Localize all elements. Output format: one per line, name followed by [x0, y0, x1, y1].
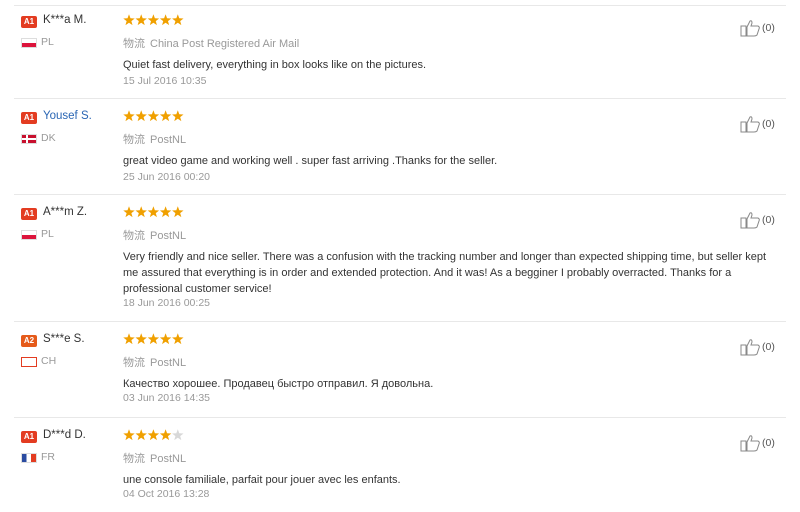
star-filled-icon: [135, 333, 147, 345]
review-item: A1 K***a M. PL 物流 China Post Registered A…: [0, 5, 800, 99]
star-filled-icon: [159, 14, 172, 26]
logistics-label: 物流: [123, 453, 145, 465]
review-text: une console familiale, parfait pour joue…: [123, 474, 401, 486]
star-rating: [123, 206, 184, 218]
thumbs-up-icon: [740, 20, 760, 37]
review-item: A1 Yousef S. DK 物流 PostNL great video gam…: [0, 101, 800, 195]
review-text: Quiet fast delivery, everything in box l…: [123, 59, 427, 71]
reviewer-name: D***d D.: [43, 429, 86, 441]
star-filled-icon: [147, 429, 160, 441]
star-filled-icon: [159, 429, 172, 441]
country-code: PL: [41, 228, 54, 240]
review-date: 04 Oct 2016 13:28: [123, 488, 210, 500]
star-empty-icon: [172, 429, 184, 441]
review-item: A1 A***m Z. PL 物流 PostNL Very friendly an…: [0, 197, 800, 322]
buyer-level-badge: A2: [21, 335, 37, 347]
thumbs-up-icon: [740, 339, 760, 356]
review-text: Качество хорошее. Продавец быстро отправ…: [123, 378, 434, 390]
shipping-carrier: China Post Registered Air Mail: [150, 38, 300, 50]
shipping-method: 物流 China Post Registered Air Mail: [123, 35, 299, 51]
reviewer-name: A***m Z.: [43, 206, 88, 218]
thumbs-up-icon: [740, 435, 760, 452]
shipping-carrier: PostNL: [150, 453, 187, 465]
star-rating: [123, 333, 184, 345]
poland-flag-icon: [21, 230, 37, 240]
reviewer-name-link[interactable]: Yousef S.: [43, 110, 92, 122]
star-filled-icon: [135, 14, 147, 26]
helpful-count: (0): [762, 341, 775, 353]
star-filled-icon: [135, 110, 147, 122]
shipping-carrier: PostNL: [150, 134, 187, 146]
star-filled-icon: [147, 110, 160, 122]
review-divider: [14, 194, 786, 195]
reviewer-name: K***a M.: [43, 14, 87, 26]
review-date: 25 Jun 2016 00:20: [123, 171, 210, 183]
star-filled-icon: [123, 110, 135, 122]
star-rating: [123, 429, 184, 441]
shipping-method: 物流 PostNL: [123, 450, 186, 466]
review-date: 18 Jun 2016 00:25: [123, 297, 210, 309]
shipping-method: 物流 PostNL: [123, 131, 186, 147]
review-item: A1 D***d D. FR 物流 PostNL une console fami…: [0, 420, 800, 512]
thumbs-up-icon: [740, 116, 760, 133]
logistics-label: 物流: [123, 38, 145, 50]
review-date: 03 Jun 2016 14:35: [123, 392, 210, 404]
thumbs-up-icon: [740, 212, 760, 229]
review-divider: [14, 417, 786, 418]
shipping-carrier: PostNL: [150, 230, 187, 242]
review-divider: [14, 98, 786, 99]
country-code: DK: [41, 132, 56, 144]
shipping-method: 物流 PostNL: [123, 354, 186, 370]
buyer-level-badge: A1: [21, 112, 37, 124]
star-filled-icon: [159, 110, 172, 122]
switzerland-flag-icon: [21, 357, 37, 367]
star-filled-icon: [123, 14, 135, 26]
star-filled-icon: [147, 14, 160, 26]
star-filled-icon: [147, 206, 160, 218]
buyer-level-badge: A1: [21, 208, 37, 220]
star-filled-icon: [172, 14, 184, 26]
helpful-count: (0): [762, 118, 775, 130]
star-filled-icon: [159, 333, 172, 345]
review-date: 15 Jul 2016 10:35: [123, 75, 207, 87]
logistics-label: 物流: [123, 357, 145, 369]
logistics-label: 物流: [123, 230, 145, 242]
star-filled-icon: [123, 429, 135, 441]
star-filled-icon: [135, 206, 147, 218]
star-filled-icon: [123, 206, 135, 218]
star-filled-icon: [172, 206, 184, 218]
star-filled-icon: [135, 429, 147, 441]
logistics-label: 物流: [123, 134, 145, 146]
shipping-carrier: PostNL: [150, 357, 187, 369]
star-filled-icon: [172, 333, 184, 345]
star-rating: [123, 110, 184, 122]
helpful-count: (0): [762, 214, 775, 226]
shipping-method: 物流 PostNL: [123, 227, 186, 243]
denmark-flag-icon: [21, 134, 37, 144]
review-item: A2 S***e S. CH 物流 PostNL Качество хорошее…: [0, 324, 800, 418]
country-code: FR: [41, 451, 55, 463]
country-code: CH: [41, 355, 57, 367]
country-code: PL: [41, 36, 54, 48]
france-flag-icon: [21, 453, 37, 463]
helpful-count: (0): [762, 437, 775, 449]
poland-flag-icon: [21, 38, 37, 48]
reviewer-name: S***e S.: [43, 333, 85, 345]
star-rating: [123, 14, 184, 26]
star-filled-icon: [159, 206, 172, 218]
buyer-level-badge: A1: [21, 16, 37, 28]
review-divider: [14, 321, 786, 322]
review-text: great video game and working well . supe…: [123, 155, 498, 167]
star-filled-icon: [147, 333, 160, 345]
helpful-count: (0): [762, 22, 775, 34]
review-text: Very friendly and nice seller. There was…: [123, 251, 767, 295]
star-filled-icon: [123, 333, 135, 345]
buyer-level-badge: A1: [21, 431, 37, 443]
star-filled-icon: [172, 110, 184, 122]
